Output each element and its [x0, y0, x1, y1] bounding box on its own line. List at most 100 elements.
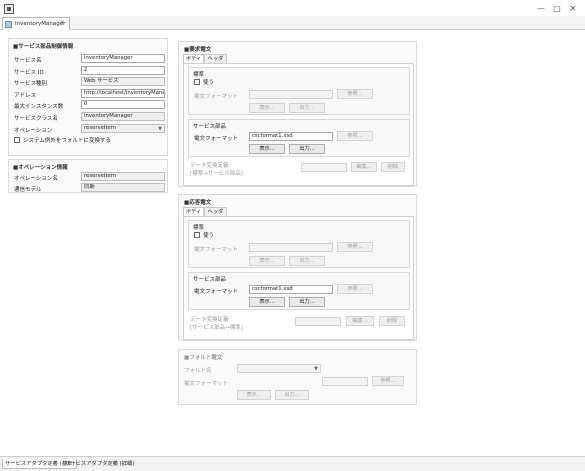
- fault-message-group: ■フォルト電文 フォルト名 ▼ 電文フォーマット 参照... 表示... 出力.…: [178, 349, 417, 405]
- response-standard-header: 標準: [193, 225, 205, 231]
- service-adapter-icon: [5, 21, 12, 28]
- request-service-format-label: 電文フォーマット: [194, 136, 239, 142]
- fault-output-button: 出力...: [275, 390, 309, 400]
- request-standard-browse-button: 参照...: [337, 89, 373, 99]
- operation-name-label: オペレーション名: [14, 176, 58, 182]
- close-icon[interactable]: ✕: [60, 19, 65, 26]
- request-header: ■要求電文: [184, 47, 212, 53]
- request-service-browse-button: 参照...: [337, 131, 373, 141]
- operation-select-value: reserveItem: [84, 125, 116, 131]
- fault-name-select: ▼: [237, 364, 321, 373]
- request-standard-section: 標準 使う 電文フォーマット 参照... 表示... 出力...: [188, 67, 410, 115]
- response-service-output-button[interactable]: 出力...: [289, 297, 325, 307]
- response-use-label: 使う: [203, 233, 215, 239]
- response-standard-output-button: 出力...: [289, 256, 325, 266]
- fault-name-label: フォルト名: [184, 368, 212, 374]
- max-instances-field[interactable]: 0: [81, 100, 165, 109]
- bottom-page-tabs: サービスアダプタ定義 (基本) サービスアダプタ定義 (詳細): [0, 456, 585, 471]
- max-instances-label: 最大インスタンス数: [14, 104, 64, 110]
- service-id-label: サービス ID: [14, 70, 44, 76]
- service-settings-group: ■サービス部品制御情報 サービス名 InventoryManager サービス …: [8, 38, 168, 156]
- request-standard-output-button: 出力...: [289, 103, 325, 113]
- response-header: ■応答電文: [184, 200, 212, 206]
- request-tab-header[interactable]: ヘッダ: [204, 54, 227, 63]
- app-icon: [4, 4, 14, 14]
- response-conversion-field: [295, 317, 341, 326]
- request-message-group: ■要求電文 ボディ ヘッダ 標準 使う 電文フォーマット 参照... 表示...…: [178, 41, 417, 187]
- tab-label: InventoryManager: [15, 21, 66, 27]
- maximize-button[interactable]: □: [549, 3, 565, 15]
- response-standard-format-label: 電文フォーマット: [194, 247, 239, 253]
- operation-info-group: ■オペレーション情報 オペレーション名 reserveItem 通信モデル 同期: [8, 159, 168, 193]
- response-service-display-button[interactable]: 表示...: [249, 297, 285, 307]
- response-standard-format-field: [249, 243, 333, 252]
- request-conversion-direction: [標準→サービス部品]: [190, 171, 243, 177]
- address-label: アドレス: [14, 93, 37, 99]
- response-conversion-delete-button: 削除: [379, 316, 405, 326]
- request-conversion-field: [301, 163, 347, 172]
- close-button[interactable]: ✕: [565, 3, 581, 15]
- request-use-label: 使う: [203, 80, 215, 86]
- request-conversion-edit-button: 編集...: [351, 162, 377, 172]
- fault-format-field: [322, 377, 368, 386]
- request-tab-body[interactable]: ボディ: [183, 54, 204, 63]
- response-service-header: サービス部品: [193, 277, 227, 283]
- response-standard-section: 標準 使う 電文フォーマット 参照... 表示... 出力...: [188, 220, 410, 268]
- tab-adapter-detail[interactable]: サービスアダプタ定義 (詳細): [63, 459, 136, 469]
- response-standard-display-button: 表示...: [249, 256, 285, 266]
- convert-fault-label: システム例外をフォルトに変換する: [23, 138, 111, 144]
- response-conversion-edit-button: 編集...: [346, 316, 374, 326]
- editor-area: ■サービス部品制御情報 サービス名 InventoryManager サービス …: [0, 31, 585, 456]
- request-service-header: サービス部品: [193, 124, 227, 130]
- response-conversion-direction: [サービス部品→標準]: [190, 325, 243, 331]
- request-service-section: サービス部品 電文フォーマット cscformat1.xsd 参照... 表示.…: [188, 119, 410, 157]
- service-type-label: サービス種別: [14, 81, 48, 87]
- request-service-output-button[interactable]: 出力...: [289, 144, 325, 154]
- response-standard-browse-button: 参照...: [337, 242, 373, 252]
- chevron-down-icon: ▼: [314, 366, 318, 372]
- request-service-display-button[interactable]: 表示...: [249, 144, 285, 154]
- tab-inventory-manager[interactable]: InventoryManager ✕: [2, 17, 70, 30]
- service-type-field: Web サービス: [81, 77, 165, 86]
- operation-label: オペレーション: [14, 128, 53, 134]
- request-service-format-field[interactable]: cscformat1.xsd: [249, 132, 333, 141]
- request-standard-display-button: 表示...: [249, 103, 285, 113]
- operation-select[interactable]: reserveItem ▼: [81, 124, 165, 133]
- fault-header: ■フォルト電文: [184, 355, 223, 361]
- fault-display-button: 表示...: [237, 390, 271, 400]
- service-name-label: サービス名: [14, 58, 42, 64]
- response-tab-body[interactable]: ボディ: [183, 207, 204, 216]
- response-service-browse-button: 参照...: [337, 284, 373, 294]
- request-conversion-label: データ変換定義: [190, 163, 229, 169]
- service-name-field[interactable]: InventoryManager: [81, 54, 165, 63]
- service-id-field[interactable]: 2: [81, 66, 165, 75]
- request-standard-format-field: [249, 90, 333, 99]
- response-tab-header[interactable]: ヘッダ: [204, 207, 227, 216]
- fault-format-label: 電文フォーマット: [184, 381, 229, 387]
- request-standard-format-label: 電文フォーマット: [194, 94, 239, 100]
- service-class-field: InventoryManager: [81, 112, 165, 121]
- request-standard-header: 標準: [193, 72, 205, 78]
- operation-name-field: reserveItem: [81, 172, 165, 181]
- request-conversion-delete-button: 削除: [381, 162, 405, 172]
- response-message-group: ■応答電文 ボディ ヘッダ 標準 使う 電文フォーマット 参照... 表示...…: [178, 194, 417, 341]
- editor-tab-bar: InventoryManager ✕: [0, 16, 585, 30]
- minimize-button[interactable]: —: [533, 3, 549, 15]
- fault-browse-button: 参照...: [372, 376, 404, 386]
- request-body-panel: 標準 使う 電文フォーマット 参照... 表示... 出力... サービス部品 …: [183, 63, 414, 186]
- response-use-checkbox[interactable]: [194, 232, 200, 238]
- service-class-label: サービスクラス名: [14, 116, 58, 122]
- address-field[interactable]: http://localhost/InventoryMana: [81, 89, 165, 98]
- operation-info-header: ■オペレーション情報: [13, 165, 68, 171]
- response-service-format-field[interactable]: cscformat1.xsd: [249, 285, 333, 294]
- response-service-section: サービス部品 電文フォーマット cscformat1.xsd 参照... 表示.…: [188, 272, 410, 310]
- response-conversion-label: データ変換定義: [190, 317, 229, 323]
- comm-model-field: 同期: [81, 183, 165, 192]
- response-service-format-label: 電文フォーマット: [194, 289, 239, 295]
- convert-fault-checkbox[interactable]: [14, 137, 20, 143]
- chevron-down-icon: ▼: [158, 126, 162, 132]
- service-settings-header: ■サービス部品制御情報: [13, 44, 74, 50]
- request-use-checkbox[interactable]: [194, 79, 200, 85]
- comm-model-label: 通信モデル: [14, 187, 42, 193]
- response-body-panel: 標準 使う 電文フォーマット 参照... 表示... 出力... サービス部品 …: [183, 216, 414, 340]
